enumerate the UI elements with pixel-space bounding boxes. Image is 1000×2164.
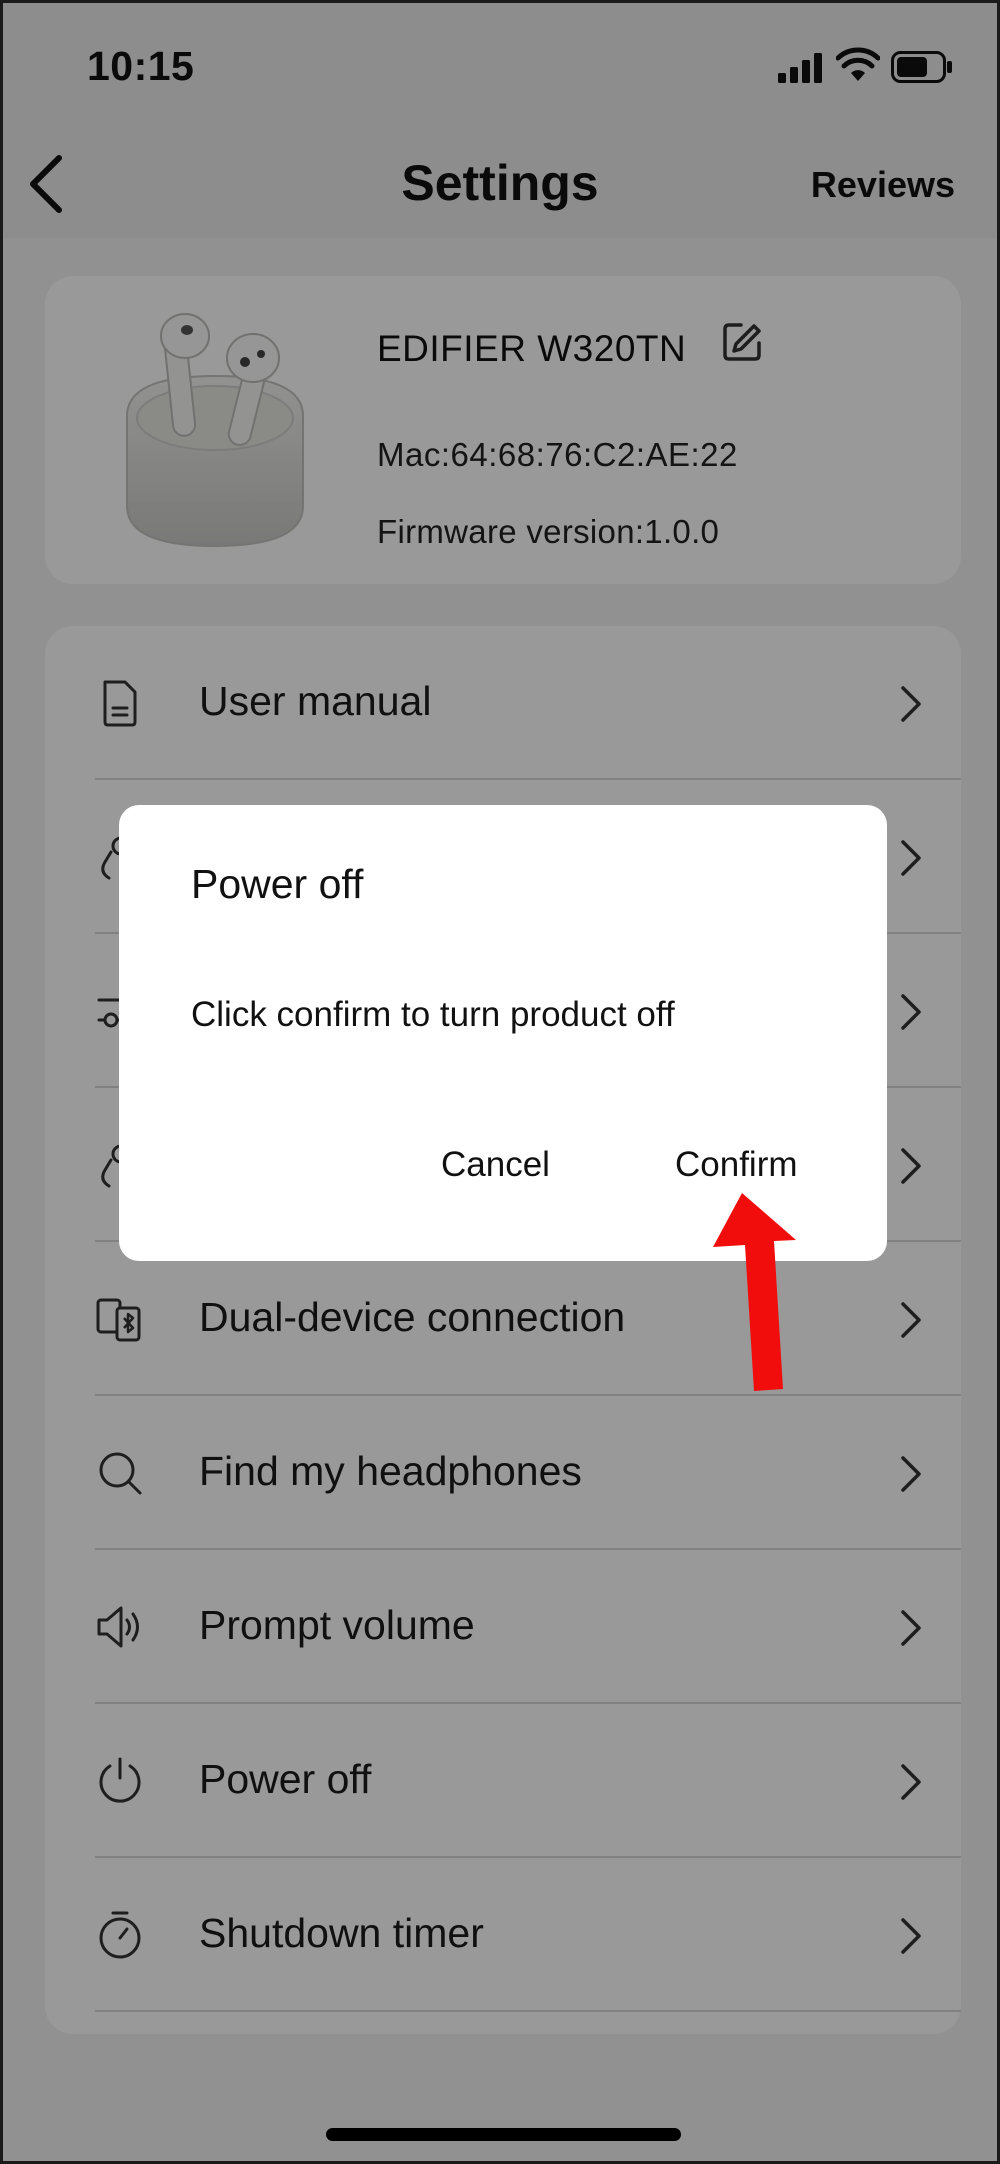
- cancel-button[interactable]: Cancel: [441, 1145, 550, 1185]
- phone-screen: 10:15 Settings Reviews EDIFIER W320TN Ma…: [0, 0, 1000, 2164]
- dialog-message: Click confirm to turn product off: [191, 995, 675, 1034]
- dialog-title: Power off: [191, 861, 364, 907]
- red-arrow-annotation: [713, 1193, 796, 1391]
- confirm-button[interactable]: Confirm: [675, 1145, 798, 1185]
- arrow-shape: [713, 1193, 796, 1391]
